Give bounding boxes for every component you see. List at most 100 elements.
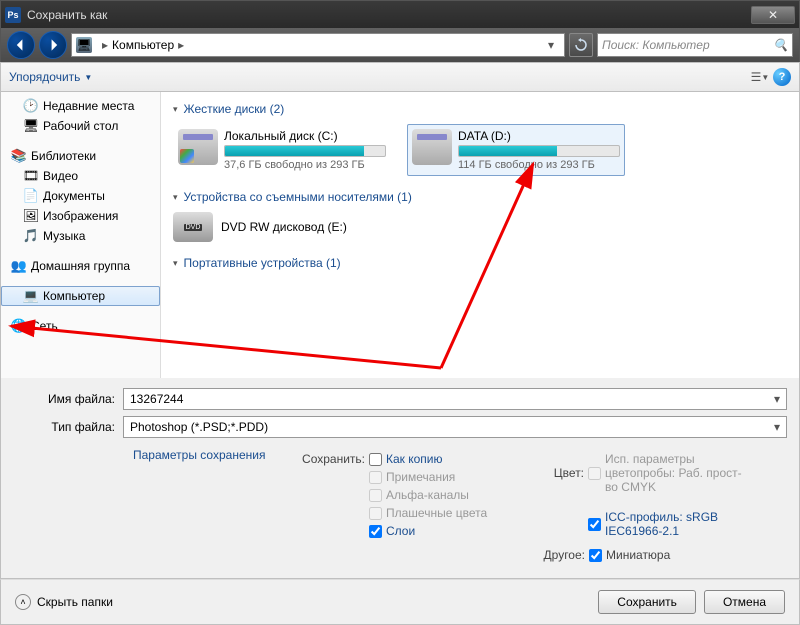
sidebar-label: Сеть	[31, 319, 58, 333]
documents-icon: 📄	[23, 188, 39, 204]
hdd-icon	[178, 129, 218, 165]
library-icon: 📚	[11, 148, 27, 164]
computer-icon: 🖥	[76, 37, 92, 53]
filetype-select[interactable]: Photoshop (*.PSD;*.PDD)▾	[123, 416, 787, 438]
section-portable[interactable]: ▾ Портативные устройства (1)	[173, 256, 787, 270]
dropdown-icon[interactable]: ▾	[774, 420, 780, 434]
sidebar-item-pictures[interactable]: 🖼Изображения	[1, 206, 160, 226]
section-removable[interactable]: ▾Устройства со съемными носителями (1)	[173, 190, 787, 204]
spot-label: Плашечные цвета	[386, 506, 487, 520]
sidebar-label: Компьютер	[43, 289, 105, 303]
proof-checkbox	[588, 467, 601, 480]
sidebar-label: Изображения	[43, 209, 118, 223]
sidebar-label: Библиотеки	[31, 149, 96, 163]
save-button[interactable]: Сохранить	[598, 590, 696, 614]
filename-input[interactable]: 13267244 ▾	[123, 388, 787, 410]
drive-free: 114 ГБ свободно из 293 ГБ	[458, 159, 620, 171]
drive-d[interactable]: DATA (D:) 114 ГБ свободно из 293 ГБ	[407, 124, 625, 176]
icc-checkbox[interactable]	[588, 518, 601, 531]
music-icon: 🎵	[23, 228, 39, 244]
search-placeholder: Поиск: Компьютер	[602, 38, 710, 52]
organize-button[interactable]: Упорядочить ▼	[9, 70, 92, 84]
sidebar-item-recent[interactable]: 🕑Недавние места	[1, 96, 160, 116]
cancel-button[interactable]: Отмена	[704, 590, 785, 614]
refresh-button[interactable]	[569, 33, 593, 57]
hide-folders-toggle[interactable]: ˄ Скрыть папки	[15, 594, 113, 610]
search-icon[interactable]: 🔍	[773, 38, 788, 52]
drive-dvd[interactable]: DVD RW дисковод (E:)	[173, 212, 787, 242]
save-params-link[interactable]: Параметры сохранения	[133, 448, 273, 462]
forward-button[interactable]	[39, 31, 67, 59]
sidebar-item-music[interactable]: 🎵Музыка	[1, 226, 160, 246]
view-button[interactable]: ☰ ▼	[747, 66, 773, 88]
notes-checkbox	[369, 471, 382, 484]
as-copy-label[interactable]: Как копию	[386, 452, 443, 466]
filetype-label: Тип файла:	[13, 420, 123, 434]
proof-label: Исп. параметры цветопробы: Раб. прост-во…	[605, 452, 753, 494]
sidebar-label: Недавние места	[43, 99, 134, 113]
dialog-footer: ˄ Скрыть папки Сохранить Отмена	[0, 579, 800, 625]
desktop-icon: 🖥	[23, 118, 39, 134]
title-bar: Ps Сохранить как ✕	[0, 0, 800, 28]
filename-label: Имя файла:	[13, 392, 123, 406]
sidebar-item-computer[interactable]: 💻 Компьютер	[1, 286, 160, 306]
alpha-checkbox	[369, 489, 382, 502]
section-hdd[interactable]: ▾ Жесткие диски (2)	[173, 102, 787, 116]
breadcrumb-root[interactable]: Компьютер	[112, 38, 174, 52]
window-title: Сохранить как	[27, 8, 749, 22]
help-button[interactable]: ?	[773, 68, 791, 86]
dropdown-icon[interactable]: ▾	[774, 392, 780, 406]
capacity-bar	[224, 145, 386, 157]
file-browser: 🕑Недавние места 🖥 Рабочий стол 📚 Библиотек…	[0, 92, 800, 378]
back-button[interactable]	[7, 31, 35, 59]
drive-name: Локальный диск (C:)	[224, 129, 386, 143]
section-label: Портативные устройства (1)	[184, 256, 341, 270]
collapse-icon: ▾	[173, 104, 178, 115]
chevron-icon[interactable]: ▸	[98, 38, 112, 52]
drive-c[interactable]: Локальный диск (C:) 37,6 ГБ свободно из …	[173, 124, 391, 176]
layers-checkbox[interactable]	[369, 525, 382, 538]
collapse-icon: ▾	[173, 192, 178, 203]
address-bar[interactable]: 🖥 ▸ Компьютер ▸ ▾	[71, 33, 565, 57]
color-group-label: Цвет:	[513, 466, 584, 480]
organize-label: Упорядочить	[9, 70, 80, 84]
hide-folders-label: Скрыть папки	[37, 595, 113, 609]
toolbar: Упорядочить ▼ ☰ ▼ ?	[0, 62, 800, 92]
dvd-icon	[173, 212, 213, 242]
chevron-down-icon: ▼	[84, 73, 92, 82]
collapse-icon: ▾	[173, 258, 178, 269]
homegroup-icon: 👥	[11, 258, 27, 274]
sidebar-item-network[interactable]: 🌐 Сеть	[1, 316, 160, 336]
thumb-label: Миниатюра	[606, 548, 670, 562]
layers-label[interactable]: Слои	[386, 524, 415, 538]
sidebar-item-video[interactable]: 🎞Видео	[1, 166, 160, 186]
alpha-label: Альфа-каналы	[386, 488, 469, 502]
hdd-icon	[412, 129, 452, 165]
section-label: Жесткие диски (2)	[184, 102, 285, 116]
sidebar: 🕑Недавние места 🖥 Рабочий стол 📚 Библиотек…	[1, 92, 161, 378]
drive-free: 37,6 ГБ свободно из 293 ГБ	[224, 159, 386, 171]
close-button[interactable]: ✕	[751, 6, 795, 24]
computer-icon: 💻	[23, 288, 39, 304]
search-input[interactable]: Поиск: Компьютер 🔍	[597, 33, 793, 57]
other-group-label: Другое:	[513, 548, 585, 562]
sidebar-label: Рабочий стол	[43, 119, 118, 133]
drive-name: DVD RW дисковод (E:)	[221, 220, 347, 234]
address-dropdown[interactable]: ▾	[542, 35, 560, 55]
sidebar-item-desktop[interactable]: 🖥 Рабочий стол	[1, 116, 160, 136]
sidebar-label: Домашняя группа	[31, 259, 130, 273]
sidebar-label: Документы	[43, 189, 105, 203]
sidebar-item-libraries[interactable]: 📚 Библиотеки	[1, 146, 160, 166]
network-icon: 🌐	[11, 318, 27, 334]
app-icon: Ps	[5, 7, 21, 23]
sidebar-item-homegroup[interactable]: 👥 Домашняя группа	[1, 256, 160, 276]
thumb-checkbox[interactable]	[589, 549, 602, 562]
notes-label: Примечания	[386, 470, 455, 484]
filename-value: 13267244	[130, 392, 183, 406]
spot-checkbox	[369, 507, 382, 520]
save-group-label: Сохранить:	[293, 452, 365, 466]
chevron-icon[interactable]: ▸	[174, 38, 188, 52]
sidebar-item-documents[interactable]: 📄 Документы	[1, 186, 160, 206]
as-copy-checkbox[interactable]	[369, 453, 382, 466]
icc-label[interactable]: ICC-профиль: sRGB IEC61966-2.1	[605, 510, 753, 538]
